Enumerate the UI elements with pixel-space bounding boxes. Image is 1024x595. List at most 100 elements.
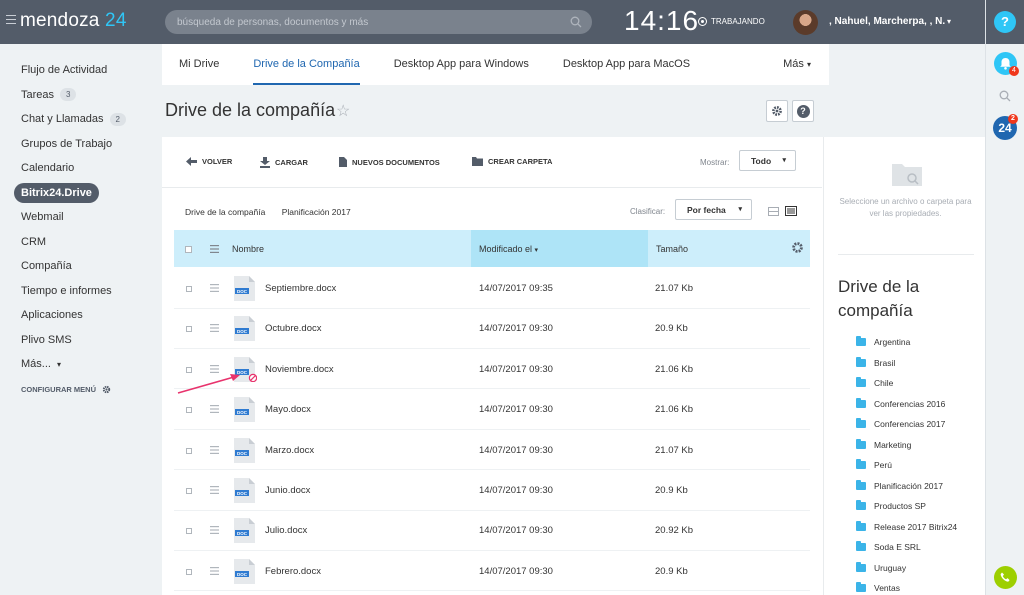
logo[interactable]: mendoza 24	[20, 10, 127, 32]
menu-item-grupos[interactable]: Grupos de Trabajo	[0, 132, 155, 157]
show-select[interactable]: Todo ▾	[739, 150, 796, 171]
menu-item-compania[interactable]: Compañía	[0, 254, 155, 279]
menu-icon[interactable]	[210, 445, 219, 454]
search-icon[interactable]	[999, 90, 1011, 102]
upload-button[interactable]: CARGAR	[260, 157, 308, 168]
menu-item-tareas[interactable]: Tareas 3	[0, 83, 155, 108]
menu-item-plivo[interactable]: Plivo SMS	[0, 328, 155, 353]
work-status[interactable]: TRABAJANDO	[698, 17, 765, 26]
select-all-checkbox[interactable]	[185, 246, 192, 253]
file-name[interactable]: Septiembre.docx	[265, 283, 336, 294]
file-name[interactable]: Marzo.docx	[265, 445, 314, 456]
menu-item-crm[interactable]: CRM	[0, 230, 155, 255]
row-checkbox[interactable]	[186, 407, 192, 414]
folder-item[interactable]: Productos SP	[856, 496, 957, 517]
avatar[interactable]	[793, 10, 818, 35]
menu-icon[interactable]	[210, 284, 219, 292]
create-folder-button[interactable]: CREAR CARPETA	[472, 157, 552, 166]
notifications-button[interactable]: 4	[994, 52, 1019, 76]
row-checkbox[interactable]	[186, 447, 192, 454]
search-box[interactable]	[165, 10, 592, 34]
breadcrumb-item[interactable]: Planificación 2017	[282, 207, 351, 217]
folder-item[interactable]: Chile	[856, 373, 957, 394]
tab-more[interactable]: Más ▾	[766, 44, 829, 85]
column-modified[interactable]: Modificado el ▾	[479, 244, 538, 254]
file-name[interactable]: Julio.docx	[265, 525, 307, 536]
help-button[interactable]: ?	[994, 11, 1016, 33]
menu-icon[interactable]	[210, 245, 219, 253]
chevron-down-icon[interactable]: ▾	[947, 17, 951, 26]
folder-item[interactable]: Conferencias 2017	[856, 414, 957, 435]
row-checkbox[interactable]	[186, 488, 192, 494]
notification-badge: 4	[1009, 66, 1019, 76]
menu-item-aplicaciones[interactable]: Aplicaciones	[0, 303, 155, 328]
breadcrumb-item[interactable]: Drive de la compañía	[185, 207, 265, 217]
grid-view-icon[interactable]	[768, 207, 779, 216]
column-name[interactable]: Nombre	[232, 244, 264, 254]
folder-item[interactable]: Uruguay	[856, 558, 957, 579]
row-checkbox[interactable]	[186, 528, 192, 535]
svg-text:DOC: DOC	[237, 450, 248, 455]
table-row[interactable]: DOC Mayo.docx 14/07/2017 09:30 21.06 Kb	[174, 389, 810, 430]
clock[interactable]: 14:16	[624, 5, 699, 37]
table-row[interactable]: DOC Octubre.docx 14/07/2017 09:30 20.9 Kb	[174, 308, 810, 349]
bitrix24-button[interactable]: 24 2	[993, 114, 1018, 140]
search-icon[interactable]	[570, 16, 582, 28]
table-row[interactable]: DOC Febrero.docx 14/07/2017 09:30 20.9 Kb	[174, 551, 810, 592]
file-name[interactable]: Octubre.docx	[265, 323, 322, 334]
menu-item-calendario[interactable]: Calendario	[0, 156, 155, 181]
phone-button[interactable]	[994, 566, 1017, 589]
tab-mi-drive[interactable]: Mi Drive	[162, 44, 236, 85]
gear-icon[interactable]	[791, 241, 804, 254]
user-name[interactable]: , Nahuel, Marcherpa, , N.	[829, 16, 945, 27]
help-page-button[interactable]: ?	[792, 100, 814, 122]
folder-item[interactable]: Argentina	[856, 332, 957, 353]
sort-select[interactable]: Por fecha ▾	[675, 199, 752, 220]
row-checkbox[interactable]	[186, 568, 192, 575]
menu-icon[interactable]	[210, 324, 219, 333]
menu-icon[interactable]	[210, 526, 219, 535]
back-button[interactable]: VOLVER	[186, 157, 232, 166]
menu-item-flujo[interactable]: Flujo de Actividad	[0, 58, 155, 83]
file-name[interactable]: Febrero.docx	[265, 566, 321, 577]
menu-icon[interactable]	[210, 486, 219, 494]
star-icon[interactable]: ☆	[336, 101, 350, 121]
tab-drive-compania[interactable]: Drive de la Compañía	[236, 44, 376, 85]
tab-desktop-windows[interactable]: Desktop App para Windows	[377, 44, 546, 85]
table-row[interactable]: DOC Julio.docx 14/07/2017 09:30 20.92 Kb	[174, 510, 810, 551]
folder-item[interactable]: Release 2017 Bitrix24	[856, 517, 957, 538]
folder-item[interactable]: Conferencias 2016	[856, 394, 957, 415]
configure-menu-button[interactable]: CONFIGURAR MENÚ	[0, 385, 155, 394]
menu-icon[interactable]	[210, 405, 219, 414]
row-checkbox[interactable]	[186, 326, 192, 333]
file-name[interactable]: Noviembre.docx	[265, 364, 334, 375]
menu-item-tiempo[interactable]: Tiempo e informes	[0, 279, 155, 304]
menu-icon[interactable]	[6, 15, 16, 24]
tab-desktop-macos[interactable]: Desktop App para MacOS	[546, 44, 707, 85]
search-input[interactable]	[165, 10, 592, 34]
file-name[interactable]: Mayo.docx	[265, 404, 311, 415]
folder-item[interactable]: Ventas	[856, 578, 957, 595]
table-row[interactable]: DOC Noviembre.docx 14/07/2017 09:30 21.06 K…	[174, 349, 810, 390]
folder-item[interactable]: Soda E SRL	[856, 537, 957, 558]
list-view-icon[interactable]	[785, 206, 797, 216]
folder-item[interactable]: Planificación 2017	[856, 476, 957, 497]
table-row[interactable]: DOC Marzo.docx 14/07/2017 09:30 21.07 Kb	[174, 430, 810, 471]
folder-item[interactable]: Marketing	[856, 435, 957, 456]
menu-item-webmail[interactable]: Webmail	[0, 205, 155, 230]
file-name[interactable]: Junio.docx	[265, 485, 310, 496]
table-row[interactable]: DOC Septiembre.docx 14/07/2017 09:35 21.07 …	[174, 268, 810, 309]
column-size[interactable]: Tamaño	[656, 244, 688, 254]
menu-item-mas[interactable]: Más... ▾	[0, 352, 155, 377]
file-size: 20.9 Kb	[655, 323, 688, 335]
menu-item-chat[interactable]: Chat y Llamadas 2	[0, 107, 155, 132]
settings-button[interactable]	[766, 100, 788, 122]
table-row[interactable]: DOC Junio.docx 14/07/2017 09:30 20.9 Kb	[174, 470, 810, 511]
menu-icon[interactable]	[210, 566, 219, 575]
folder-item[interactable]: Brasil	[856, 353, 957, 374]
row-checkbox[interactable]	[186, 286, 192, 292]
new-documents-button[interactable]: NUEVOS DOCUMENTOS	[339, 157, 440, 167]
folder-item[interactable]: Perú	[856, 455, 957, 476]
file-date: 14/07/2017 09:35	[479, 283, 553, 294]
menu-item-drive[interactable]: Bitrix24.Drive	[0, 181, 155, 206]
